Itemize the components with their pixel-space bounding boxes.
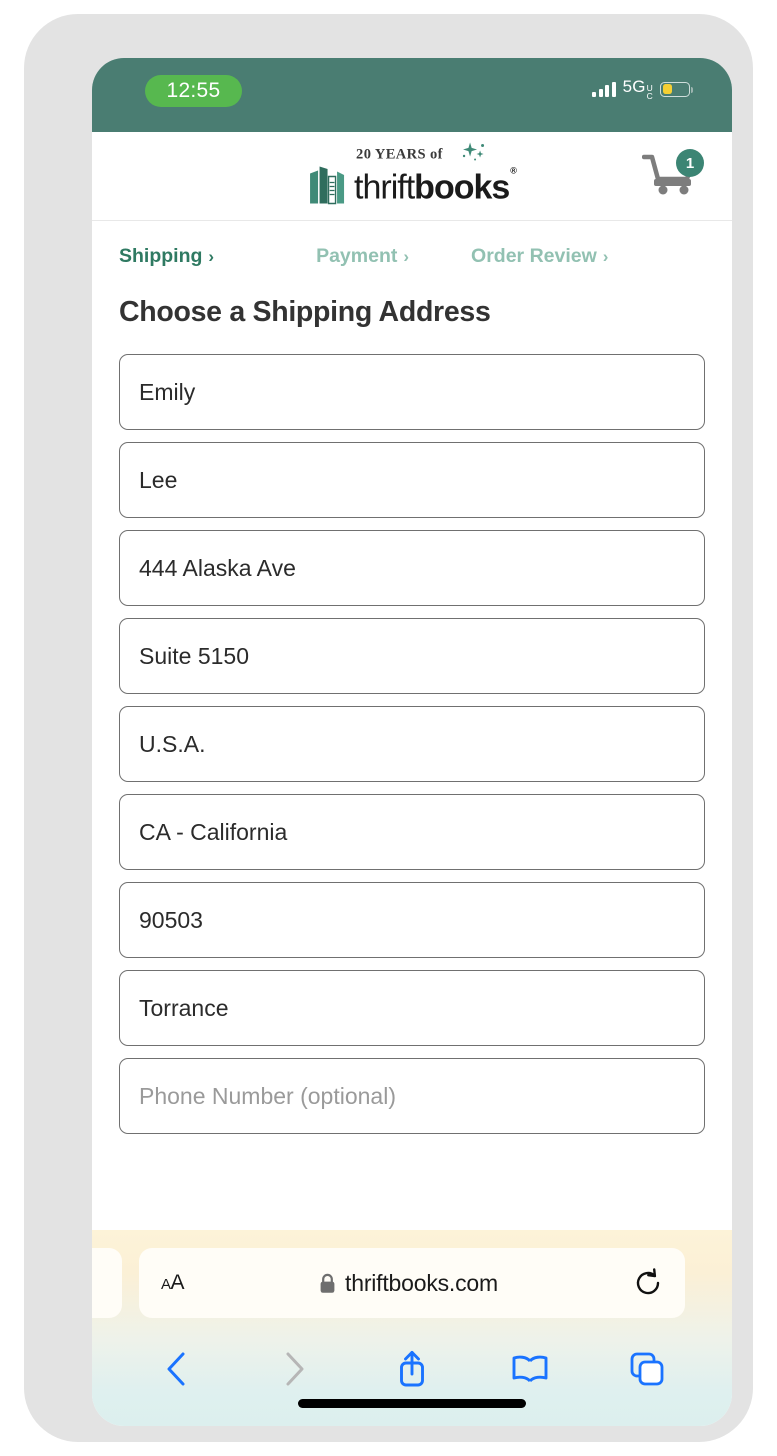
share-button[interactable]	[385, 1342, 439, 1396]
first-name-field[interactable]: Emily	[119, 354, 705, 430]
checkout-step-payment-label: Payment	[316, 245, 398, 267]
battery-icon	[660, 81, 693, 97]
page-title: Choose a Shipping Address	[119, 296, 491, 328]
zip-field[interactable]: 90503	[119, 882, 705, 958]
address-line1-field[interactable]: 444 Alaska Ave	[119, 530, 705, 606]
adjacent-tab-preview[interactable]	[92, 1248, 122, 1318]
home-indicator	[298, 1399, 526, 1408]
state-field[interactable]: CA - California	[119, 794, 705, 870]
page-content: Shipping › Payment › Order Review › Choo…	[92, 221, 732, 1231]
bookmarks-button[interactable]	[503, 1342, 557, 1396]
back-button[interactable]	[150, 1342, 204, 1396]
last-name-field[interactable]: Lee	[119, 442, 705, 518]
url-text: thriftbooks.com	[345, 1269, 498, 1296]
phone-frame: 12:55 5G U C 20 YEARS of thriftbooks® 1 …	[24, 14, 753, 1442]
logo-word-books: books	[414, 168, 510, 207]
phone-field[interactable]: Phone Number (optional)	[119, 1058, 705, 1134]
chevron-right-icon: ›	[602, 246, 609, 266]
chevron-right-icon	[286, 1352, 304, 1386]
status-bar-time: 12:55	[145, 75, 242, 107]
cart-button[interactable]: 1	[641, 149, 706, 201]
status-bar-indicators: 5G U C	[592, 77, 693, 101]
address-bar[interactable]: AA thriftbooks.com	[139, 1248, 685, 1318]
sparkle-icon	[462, 142, 484, 161]
checkout-breadcrumb: Shipping › Payment › Order Review ›	[119, 221, 705, 268]
status-bar: 12:55 5G U C	[92, 58, 732, 132]
browser-toolbar	[92, 1338, 732, 1400]
site-header: 20 YEARS of thriftbooks® 1	[92, 132, 732, 221]
battery-fill	[662, 84, 673, 94]
network-type-text: 5G	[622, 77, 646, 96]
phone-screen: 12:55 5G U C 20 YEARS of thriftbooks® 1 …	[92, 58, 732, 1426]
shipping-address-form: Emily Lee 444 Alaska Ave Suite 5150 U.S.…	[119, 354, 705, 1134]
checkout-step-shipping-label: Shipping	[119, 245, 203, 267]
logo-tagline: 20 YEARS of	[356, 146, 443, 163]
text-size-button[interactable]: AA	[161, 1271, 185, 1295]
cellular-signal-icon	[592, 81, 616, 97]
checkout-step-shipping[interactable]: Shipping ›	[119, 245, 214, 268]
chevron-right-icon: ›	[403, 246, 410, 266]
book-icon	[512, 1355, 548, 1383]
reload-icon[interactable]	[633, 1268, 663, 1298]
logo-word-thrift: thrift	[354, 168, 415, 207]
thriftbooks-books-icon	[310, 166, 345, 205]
safari-browser-chrome: AA thriftbooks.com	[92, 1230, 732, 1426]
share-icon	[400, 1350, 424, 1387]
network-sub-bottom: C	[646, 91, 653, 101]
checkout-step-order-review-label: Order Review	[471, 245, 597, 267]
cart-count-badge: 1	[676, 149, 704, 177]
tabs-button[interactable]	[620, 1342, 674, 1396]
checkout-step-order-review[interactable]: Order Review ›	[471, 245, 608, 268]
forward-button[interactable]	[267, 1342, 321, 1396]
logo-registered-mark: ®	[510, 165, 517, 176]
address-line2-field[interactable]: Suite 5150	[119, 618, 705, 694]
network-type-label: 5G U C	[623, 77, 653, 101]
tabs-icon	[630, 1352, 664, 1386]
city-field[interactable]: Torrance	[119, 970, 705, 1046]
chevron-left-icon	[167, 1352, 185, 1386]
checkout-step-payment[interactable]: Payment ›	[316, 245, 409, 268]
lock-icon	[320, 1273, 335, 1293]
chevron-right-icon: ›	[208, 246, 215, 266]
thriftbooks-logo[interactable]: 20 YEARS of thriftbooks®	[309, 142, 517, 207]
country-field[interactable]: U.S.A.	[119, 706, 705, 782]
